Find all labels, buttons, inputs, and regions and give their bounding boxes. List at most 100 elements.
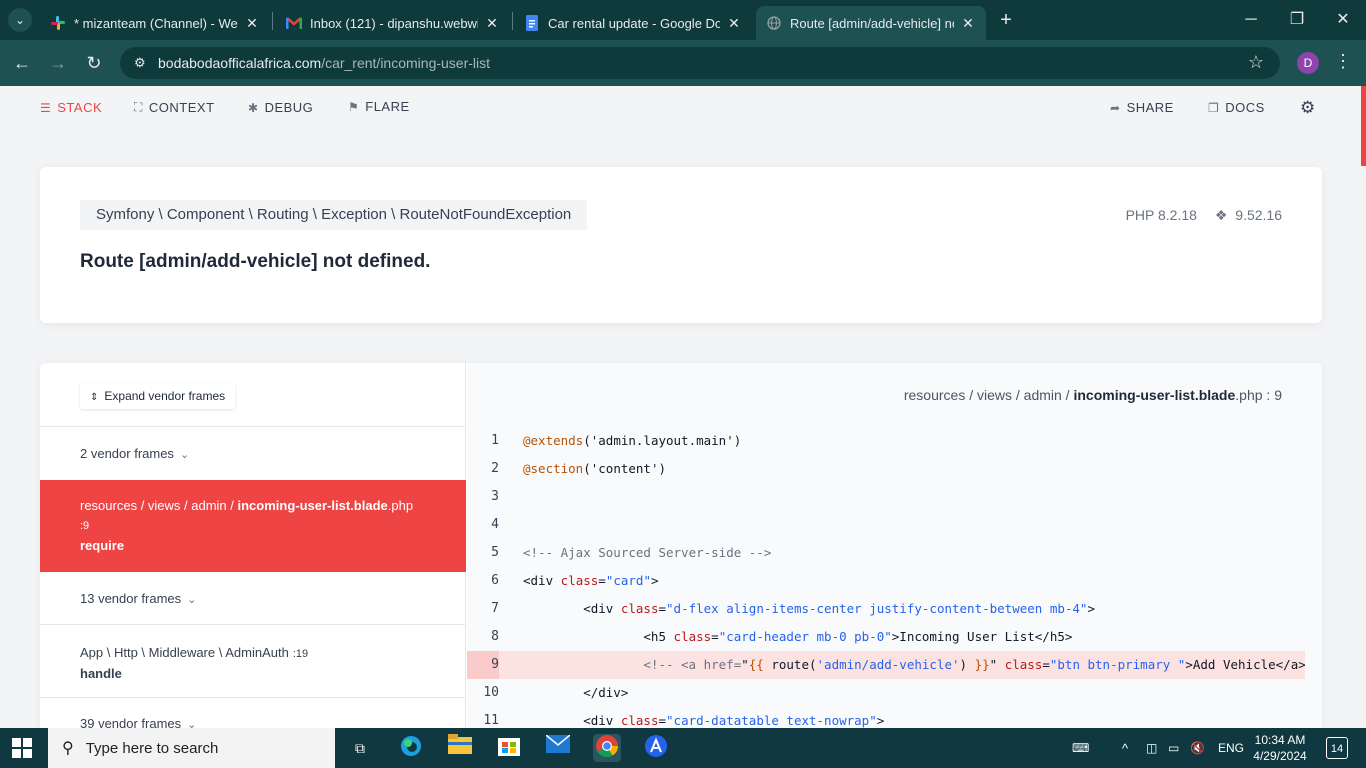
notification-center-icon[interactable]: 14 [1326,737,1348,759]
browser-menu-icon[interactable]: ⋮ [1334,51,1352,72]
chevron-down-icon: ⌄ [179,449,190,461]
volume-muted-icon[interactable]: 🔇 [1190,728,1205,768]
code-file-path[interactable]: resources / views / admin / incoming-use… [904,387,1282,403]
nav-docs[interactable]: ❐ DOCS [1208,100,1265,115]
nav-context-label: CONTEXT [148,100,215,115]
vendor-frames-group[interactable]: 39 vendor frames ⌄ [40,697,466,728]
clock[interactable]: 10:34 AM 4/29/2024 [1250,732,1310,764]
frame-selected[interactable]: resources / views / admin / incoming-use… [40,480,466,572]
frame-path-ext: .php [387,498,414,513]
line-number: 3 [491,489,499,504]
language-indicator[interactable]: ENG [1218,728,1244,768]
nav-context[interactable]: ⛶ CONTEXT [134,100,215,115]
nav-stack-label: STACK [57,100,103,115]
line-number: 8 [491,629,499,644]
browser-toolbar: ← → ↻ ⚙ bodabodaofficalafrica.com/car_re… [0,40,1366,86]
file-explorer-icon[interactable] [446,734,474,762]
clock-date: 4/29/2024 [1253,749,1307,763]
restore-button[interactable]: ❐ [1274,0,1320,40]
globe-icon [766,15,782,31]
task-view-icon[interactable]: ⧉ [346,734,374,762]
url-text: bodabodaofficalafrica.com/car_rent/incom… [158,55,490,71]
forward-arrow-icon[interactable]: → [46,51,70,75]
flare-icon: ⚑ [348,99,360,114]
close-tab-icon[interactable]: ✕ [244,15,260,32]
line-number: 10 [483,685,499,700]
close-window-button[interactable]: ✕ [1320,0,1366,40]
close-tab-icon[interactable]: ✕ [726,15,742,32]
tab-search-button[interactable]: ⌄ [8,8,32,32]
new-tab-button[interactable]: + [994,8,1018,32]
tab-title: Route [admin/add-vehicle] not [790,15,954,31]
vendor-frames-label: 13 vendor frames [80,591,182,606]
code-text: <div class="card-datatable text-nowrap"> [523,713,885,728]
slack-icon [50,15,66,31]
bug-icon: ✱ [248,100,259,115]
line-number: 1 [491,433,499,448]
vendor-frames-group[interactable]: 13 vendor frames ⌄ [40,572,466,626]
address-bar[interactable]: ⚙ bodabodaofficalafrica.com/car_rent/inc… [120,47,1280,79]
nav-share[interactable]: ➦ SHARE [1110,100,1174,115]
keyboard-icon[interactable]: ⌨ [1072,728,1089,768]
bookmark-star-icon[interactable]: ☆ [1248,52,1264,73]
tray-chevron-up-icon[interactable]: ^ [1122,728,1128,768]
nav-flare[interactable]: ⚑ FLARE [348,99,410,114]
line-number: 9 [467,651,499,679]
chevron-down-icon: ⌄ [187,719,197,728]
exception-class: Symfony \ Component \ Routing \ Exceptio… [80,200,588,230]
browser-tab[interactable]: * mizanteam (Channel) - Webw ✕ [40,6,270,40]
chevron-down-icon: ⌄ [187,594,197,606]
store-icon[interactable] [495,734,523,762]
edge-icon[interactable] [397,734,425,762]
close-tab-icon[interactable]: ✕ [484,15,500,32]
frame-row[interactable]: App \ Http \ Middleware \ AdminAuth:19 h… [40,624,466,697]
code-text: <!-- Ajax Sourced Server-side --> [523,545,772,560]
code-text: </div> [523,685,629,700]
browser-tab-active[interactable]: Route [admin/add-vehicle] not ✕ [756,6,986,40]
reload-icon[interactable]: ↻ [82,51,106,75]
code-text: @section('content') [523,461,667,476]
line-number: 11 [483,713,499,728]
nav-stack[interactable]: ☰ STACK [40,100,102,115]
url-path: /car_rent/incoming-user-list [321,55,491,71]
frame-path-dir: resources / views / admin / [80,498,238,513]
windows-start-icon[interactable] [12,738,32,758]
network-icon[interactable]: ▭ [1168,728,1179,768]
frame-function: require [80,538,125,553]
tab-title: Inbox (121) - dipanshu.webwide [310,15,478,31]
code-text: <div class="d-flex align-items-center ju… [523,601,1095,616]
expand-vendor-frames-button[interactable]: ⇕ Expand vendor frames [80,383,236,409]
frame-function: handle [80,666,122,681]
chrome-icon[interactable] [593,734,621,762]
gmail-icon [286,15,302,31]
nav-debug[interactable]: ✱ DEBUG [248,100,313,115]
meet-now-icon[interactable]: ◫ [1146,728,1157,768]
code-line: 6 <div class="card"> [467,567,1305,595]
taskbar-search-input[interactable]: ⚲ Type here to search [48,728,335,768]
code-line: 2 @section('content') [467,455,1305,483]
frame-path: resources / views / admin / incoming-use… [80,496,466,516]
url-host: bodabodaofficalafrica.com [158,55,322,71]
browser-tab[interactable]: Inbox (121) - dipanshu.webwide ✕ [276,6,510,40]
minimize-button[interactable]: ─ [1228,0,1274,40]
frame-class: App \ Http \ Middleware \ AdminAuth:19 [80,643,466,664]
code-text: <!-- <a href="{{ route('admin/add-vehicl… [643,657,1305,672]
site-info-icon[interactable]: ⚙ [134,55,154,71]
nav-debug-label: DEBUG [264,100,314,115]
ignition-navbar: ☰ STACK ⛶ CONTEXT ✱ DEBUG ⚑ FLARE ➦ SHAR… [0,86,1366,130]
laravel-version: 9.52.16 [1235,207,1282,223]
nav-flare-label: FLARE [365,99,410,114]
expand-vendor-frames-label: Expand vendor frames [104,389,226,403]
search-placeholder: Type here to search [85,739,219,757]
settings-gear-icon[interactable]: ⚙ [1300,98,1316,118]
app-icon[interactable] [642,734,670,762]
frame-line-number: :19 [292,648,309,660]
vendor-frames-group[interactable]: 2 vendor frames ⌄ [40,426,466,480]
tab-divider [272,12,273,30]
close-tab-icon[interactable]: ✕ [960,15,976,32]
browser-tab[interactable]: Car rental update - Google Doc ✕ [514,6,752,40]
profile-avatar[interactable]: D [1297,52,1319,74]
mail-icon[interactable] [544,734,572,762]
back-arrow-icon[interactable]: ← [10,51,34,75]
